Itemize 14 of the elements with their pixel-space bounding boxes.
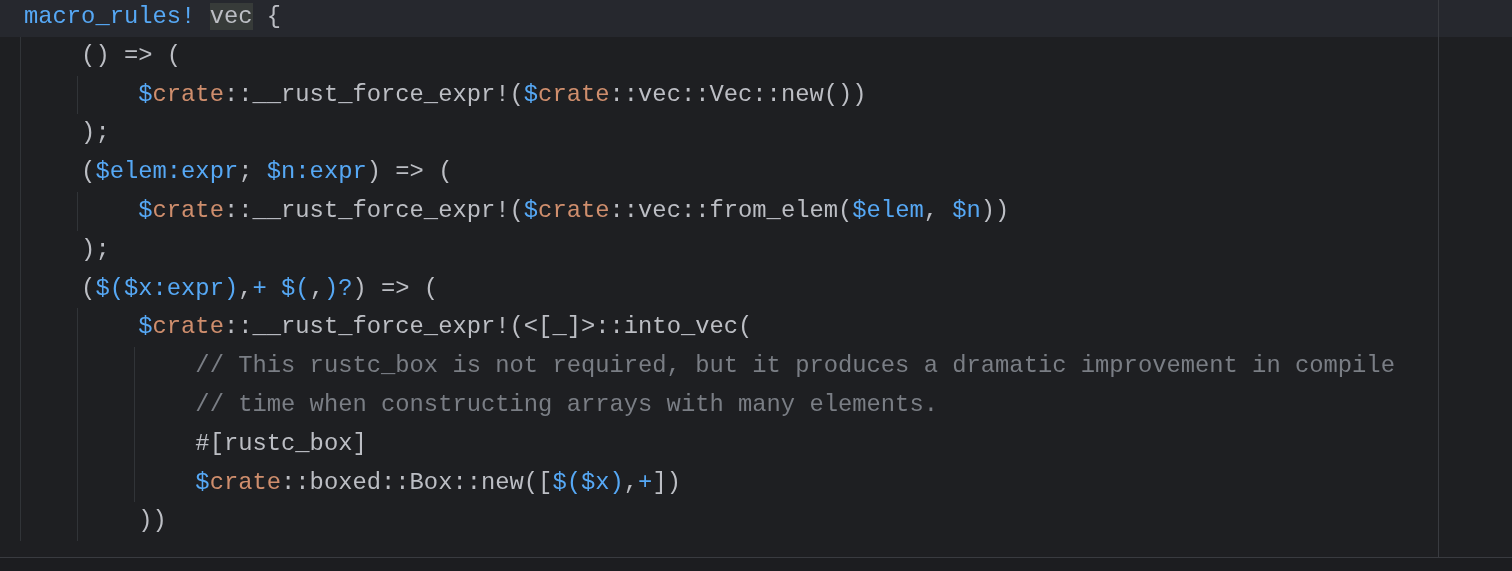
code-line: // time when constructing arrays with many elements. — [194, 389, 938, 420]
code-line: )) — [137, 506, 167, 537]
code-line: () => ( — [80, 40, 182, 71]
code-line: #[rustc_box] — [194, 428, 367, 459]
code-line: $crate::__rust_force_expr!(<[_]>::into_vec( — [137, 312, 753, 343]
code-line: $crate::boxed::Box::new([$($x),+]) — [194, 467, 681, 498]
code-line: ($($x:expr),+ $(,)?) => ( — [80, 273, 439, 304]
code-line: ); — [80, 234, 110, 265]
code-line: ($elem:expr; $n:expr) => ( — [80, 157, 453, 188]
code-line: ); — [80, 118, 110, 149]
code-line: macro_rules! vec { — [24, 2, 282, 32]
code-line: $crate::__rust_force_expr!($crate::vec::Vec::new()) — [137, 79, 867, 110]
code-line: $crate::__rust_force_expr!($crate::vec::from_elem($elem, $n)) — [137, 196, 1010, 226]
code-line: // This rustc_box is not required, but it produces a dramatic improvement in compile — [194, 351, 1395, 382]
